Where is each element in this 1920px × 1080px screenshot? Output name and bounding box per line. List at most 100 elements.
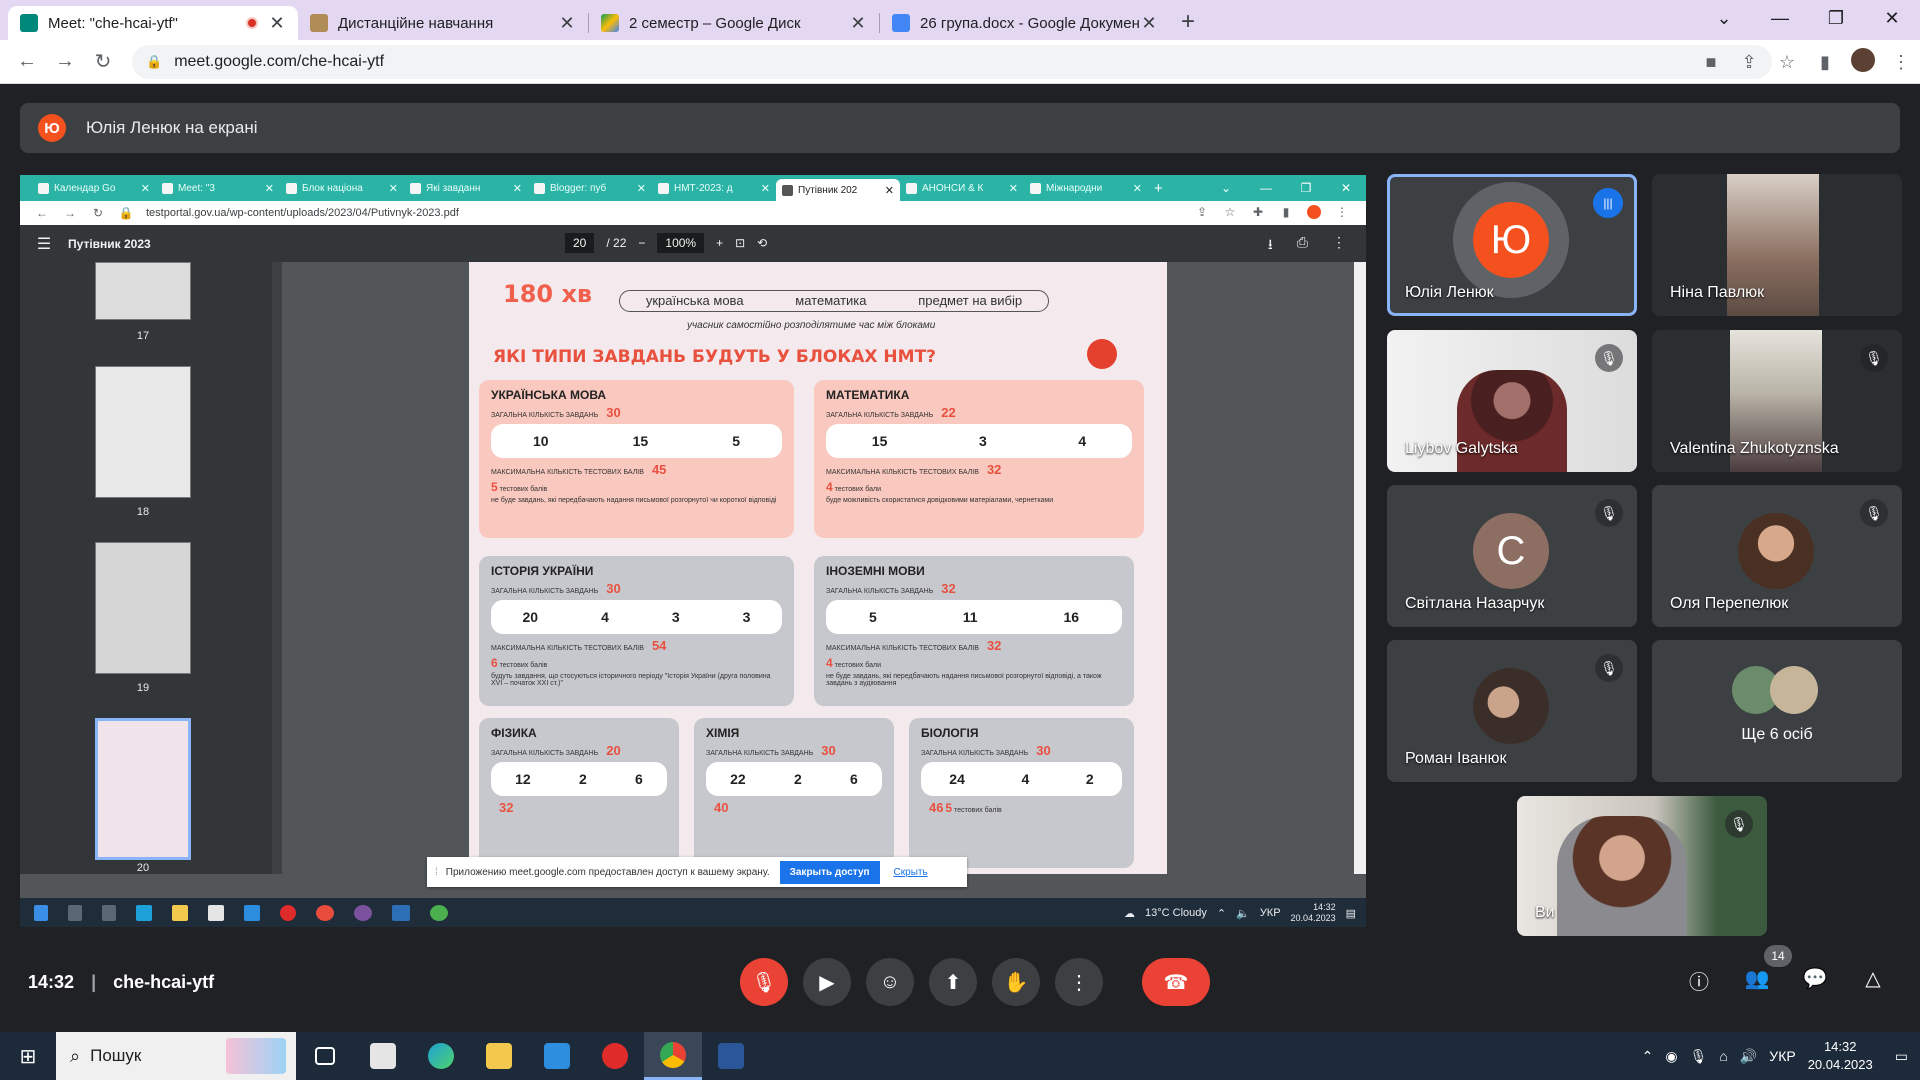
edge-icon[interactable] bbox=[412, 1032, 470, 1080]
close-icon[interactable]: ✕ bbox=[558, 13, 576, 34]
shared-tab-title: Які завданн bbox=[426, 182, 481, 194]
opera-icon[interactable] bbox=[586, 1032, 644, 1080]
leave-call-button[interactable]: ☎ bbox=[1142, 958, 1210, 1006]
search-icon bbox=[68, 904, 82, 921]
tab-search-icon[interactable]: ⌄ bbox=[1696, 0, 1752, 36]
close-window-icon[interactable]: ✕ bbox=[1864, 0, 1920, 36]
camera-tray-icon[interactable]: ◉ bbox=[1665, 1048, 1677, 1065]
reload-icon: ↻ bbox=[92, 206, 104, 220]
minimize-icon[interactable]: — bbox=[1752, 0, 1808, 36]
close-icon[interactable]: ✕ bbox=[1140, 13, 1158, 34]
participant-tile[interactable]: 🎙 Оля Перепелюк bbox=[1652, 485, 1902, 627]
profile-avatar[interactable] bbox=[1844, 47, 1882, 77]
card-label: тестових балів bbox=[499, 662, 548, 669]
lock-icon[interactable]: 🔒 bbox=[146, 54, 162, 70]
task-count: 3 bbox=[742, 609, 751, 625]
tray-chevron-icon[interactable]: ⌃ bbox=[1642, 1048, 1654, 1065]
edge-icon bbox=[136, 904, 152, 921]
card-min: 6 тестових балів bbox=[491, 656, 782, 670]
network-icon[interactable]: ⌂ bbox=[1719, 1048, 1727, 1064]
card-title: МАТЕМАТИКА bbox=[826, 388, 910, 402]
camera-icon[interactable]: ■ bbox=[1692, 52, 1730, 73]
tab-distance-learning[interactable]: Дистанційне навчання ✕ bbox=[298, 6, 588, 40]
tab-google-docs[interactable]: 26 група.docx - Google Докумен ✕ bbox=[880, 6, 1170, 40]
share-icon[interactable]: ⇪ bbox=[1730, 52, 1768, 73]
bookmark-star-icon[interactable]: ☆ bbox=[1768, 52, 1806, 73]
participant-tile[interactable]: Ніна Павлюк bbox=[1652, 174, 1902, 316]
reload-icon[interactable]: ↻ bbox=[84, 49, 122, 74]
back-icon[interactable]: ← bbox=[8, 50, 46, 73]
participant-tile[interactable]: 🎙 Роман Іванюк bbox=[1387, 640, 1637, 782]
muted-mic-icon: 🎙 bbox=[1595, 499, 1623, 527]
card-max-value: 46 bbox=[929, 800, 944, 815]
file-explorer-icon[interactable] bbox=[470, 1032, 528, 1080]
participant-tile[interactable]: 🎙 Valentina Zhukotyznska bbox=[1652, 330, 1902, 472]
card-total-value: 30 bbox=[821, 743, 836, 758]
pdf-body: 17 18 19 20 180 хв українська мова матем… bbox=[20, 262, 1366, 874]
store-icon[interactable] bbox=[354, 1032, 412, 1080]
menu-kebab-icon[interactable]: ⋮ bbox=[1882, 52, 1920, 73]
raise-hand-button[interactable]: ✋ bbox=[992, 958, 1040, 1006]
chat-icon[interactable]: 💬 bbox=[1802, 966, 1828, 992]
close-icon: ✕ bbox=[636, 182, 646, 195]
info-icon[interactable]: ⓘ bbox=[1686, 966, 1712, 994]
tab-meet[interactable]: Meet: "che-hcai-ytf" ✕ bbox=[8, 6, 298, 40]
mail-icon[interactable] bbox=[528, 1032, 586, 1080]
participant-tile[interactable]: 🎙 Liybov Galytska bbox=[1387, 330, 1637, 472]
side-panel-icon[interactable]: ▮ bbox=[1806, 52, 1844, 73]
back-icon: ← bbox=[36, 206, 48, 220]
card-max: МАКСИМАЛЬНА КІЛЬКІСТЬ ТЕСТОВИХ БАЛІВ 45 bbox=[491, 462, 782, 477]
participant-tile[interactable]: Ю ||| Юлія Ленюк bbox=[1387, 174, 1637, 316]
omnibox[interactable]: 🔒 meet.google.com/che-hcai-ytf bbox=[132, 44, 1772, 79]
windows-start-icon bbox=[34, 904, 48, 921]
pdf-toolbar: ☰ Путівник 2023 20 / 22 − 100% + ⊡ ⟲ ⭳ ⎙… bbox=[20, 225, 1366, 262]
participant-tile[interactable]: С 🎙 Світлана Назарчук bbox=[1387, 485, 1637, 627]
tab-google-drive[interactable]: 2 семестр – Google Диск ✕ bbox=[589, 6, 879, 40]
activities-icon[interactable]: △ bbox=[1860, 966, 1886, 992]
close-icon: ✕ bbox=[1132, 182, 1142, 195]
volume-icon[interactable]: 🔊 bbox=[1740, 1048, 1757, 1065]
word-icon[interactable] bbox=[702, 1032, 760, 1080]
muted-mic-icon: 🎙 bbox=[1595, 654, 1623, 682]
more-options-button[interactable]: ⋮ bbox=[1055, 958, 1103, 1006]
self-view-tile[interactable]: 🎙 Ви bbox=[1517, 796, 1767, 936]
more-participants-tile[interactable]: Ще 6 осіб bbox=[1652, 640, 1902, 782]
participant-name: Світлана Назарчук bbox=[1405, 595, 1545, 612]
participant-name: Liybov Galytska bbox=[1405, 440, 1518, 457]
camera-button[interactable]: ▶ bbox=[803, 958, 851, 1006]
new-tab-icon: + bbox=[1154, 179, 1163, 197]
close-icon[interactable]: ✕ bbox=[849, 13, 867, 34]
card-title: ХІМІЯ bbox=[706, 726, 740, 740]
notifications-icon[interactable]: ▭ bbox=[1895, 1048, 1908, 1065]
card-total-value: 20 bbox=[606, 743, 621, 758]
card-min-value: 4 bbox=[826, 656, 833, 670]
clock-date: 20.04.2023 bbox=[1290, 913, 1336, 923]
drive-favicon-icon bbox=[601, 14, 619, 32]
extensions-icon: ✚ bbox=[1252, 204, 1264, 219]
new-tab-icon[interactable]: + bbox=[1170, 8, 1206, 36]
restore-icon[interactable]: ❐ bbox=[1808, 0, 1864, 36]
chevron-down-icon: ⌄ bbox=[1220, 181, 1232, 195]
card-total: ЗАГАЛЬНА КІЛЬКІСТЬ ЗАВДАНЬ 30 bbox=[491, 581, 782, 596]
people-icon[interactable]: 👥 bbox=[1744, 966, 1770, 992]
language-indicator[interactable]: УКР bbox=[1769, 1048, 1795, 1064]
reactions-button[interactable]: ☺ bbox=[866, 958, 914, 1006]
mic-off-button[interactable]: 🎙 bbox=[740, 958, 788, 1006]
close-icon[interactable]: ✕ bbox=[268, 13, 286, 34]
task-view-icon[interactable] bbox=[296, 1032, 354, 1080]
card-total: ЗАГАЛЬНА КІЛЬКІСТЬ ЗАВДАНЬ 30 bbox=[491, 405, 782, 420]
search-icon: ⌕ bbox=[70, 1045, 81, 1066]
present-button[interactable]: ⬆ bbox=[929, 958, 977, 1006]
chrome-icon bbox=[430, 904, 448, 921]
taskbar-clock[interactable]: 14:32 20.04.2023 bbox=[1808, 1038, 1873, 1074]
more-icon: ⋮ bbox=[1332, 234, 1346, 250]
shared-tab: Блок націона ✕ bbox=[280, 177, 404, 199]
shared-window-controls: ⌄ — ❐ ✕ bbox=[1206, 181, 1366, 195]
shared-tab-strip: Календар Go ✕ Meet: "3 ✕ Блок націона ✕ Які… bbox=[20, 175, 1366, 201]
taskbar-search[interactable]: ⌕ Пошук bbox=[56, 1032, 296, 1080]
windows-start-icon[interactable]: ⊞ bbox=[0, 1044, 56, 1069]
mic-tray-icon[interactable]: 🎙 bbox=[1690, 1048, 1708, 1065]
forward-icon[interactable]: → bbox=[46, 50, 84, 73]
chrome-icon[interactable] bbox=[644, 1032, 702, 1080]
card-label: МАКСИМАЛЬНА КІЛЬКІСТЬ ТЕСТОВИХ БАЛІВ bbox=[826, 469, 979, 476]
